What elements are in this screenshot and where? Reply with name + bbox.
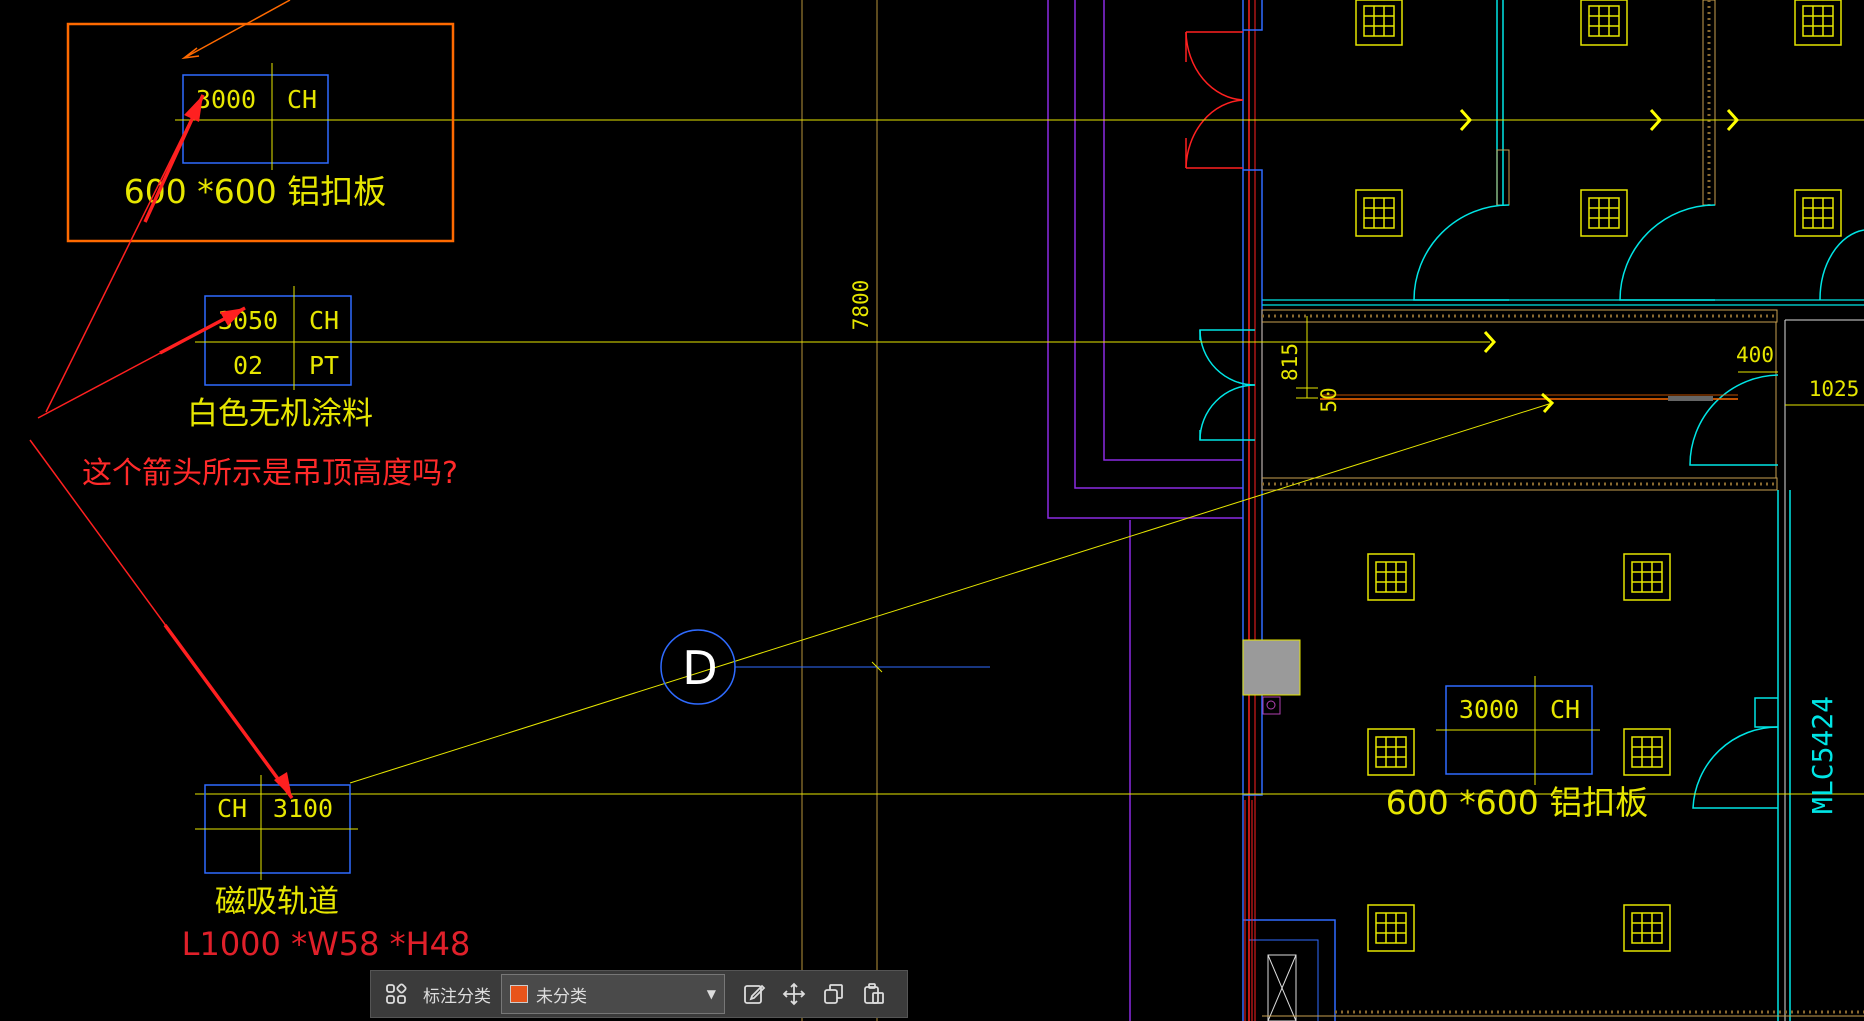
door-swing xyxy=(1619,204,1716,301)
light-fixture xyxy=(1794,0,1842,46)
dimension-50: 50 xyxy=(1317,387,1341,412)
corridor-wall xyxy=(1261,477,1778,491)
door-swing xyxy=(1413,204,1510,301)
equipment-box xyxy=(1262,696,1281,715)
chevron-down-icon: ▼ xyxy=(706,987,716,1001)
door-swing xyxy=(1199,329,1256,386)
dimension-400: 400 xyxy=(1736,343,1774,367)
light-fixture xyxy=(1367,904,1415,952)
leader-line xyxy=(349,402,1553,784)
highlight-arrow xyxy=(181,47,200,60)
door-swing xyxy=(1819,229,1864,301)
markup-question: 这个箭头所示是吊顶高度吗? xyxy=(82,456,458,491)
category-color-swatch xyxy=(510,985,528,1003)
wall-line xyxy=(1243,169,1263,796)
tag-room-material: 600 *600 铝扣板 xyxy=(1386,783,1648,822)
dimension-1025: 1025 xyxy=(1809,377,1860,401)
dimension-815: 815 xyxy=(1278,343,1302,381)
category-select[interactable]: 未分类 ▼ xyxy=(501,974,725,1014)
door-swing xyxy=(1185,31,1244,101)
category-value: 未分类 xyxy=(536,986,587,1007)
move-icon[interactable] xyxy=(777,977,811,1011)
light-fixture xyxy=(1355,0,1403,46)
wall-line xyxy=(1249,939,1319,1021)
door-label: MLC5424 xyxy=(1806,696,1839,814)
light-fixture xyxy=(1580,189,1628,237)
paste-icon[interactable] xyxy=(857,977,891,1011)
tag-rail-spec: L1000 *W58 *H48 xyxy=(182,925,471,963)
category-label: 标注分类 xyxy=(423,986,491,1007)
light-fixture xyxy=(1623,553,1671,601)
tag-room-height: 3000 xyxy=(1459,695,1519,724)
rail-line xyxy=(1668,396,1713,401)
tag-room-code: CH xyxy=(1550,695,1580,724)
light-fixture xyxy=(1367,728,1415,776)
light-fixture xyxy=(1623,904,1671,952)
outline-purple xyxy=(1074,0,1243,489)
tag-rail-code: CH xyxy=(217,794,247,823)
tag-paint-code: CH xyxy=(309,306,339,335)
grid-bubble-label: D xyxy=(682,641,717,695)
light-fixture xyxy=(1794,189,1842,237)
copy-icon[interactable] xyxy=(817,977,851,1011)
highlight-arrow xyxy=(185,0,291,58)
light-fixture xyxy=(1623,728,1671,776)
tag-paint-number: 02 xyxy=(233,351,263,380)
light-fixture xyxy=(1580,0,1628,46)
dimension-7800: 7800 xyxy=(849,280,873,331)
tag-rail-material: 磁吸轨道 xyxy=(215,884,339,920)
door-swing xyxy=(1689,374,1779,466)
outline-purple xyxy=(1103,0,1243,461)
corridor-wall xyxy=(1261,309,1778,323)
tag-paint-material: 白色无机涂料 xyxy=(187,396,373,432)
door-swing xyxy=(1692,726,1779,809)
light-fixture xyxy=(1355,189,1403,237)
equipment-box xyxy=(1242,639,1301,696)
door-swing xyxy=(1754,697,1778,728)
tag-top-code: CH xyxy=(287,85,317,114)
annotation-toolbar: 标注分类 未分类 ▼ xyxy=(370,970,908,1018)
tag-top-height: 3000 xyxy=(196,85,256,114)
door-swing xyxy=(1199,384,1256,441)
edit-icon[interactable] xyxy=(737,977,771,1011)
grid-menu-icon[interactable] xyxy=(379,977,413,1011)
door-swing xyxy=(1185,99,1244,169)
cad-drawing-canvas[interactable]: D 3000 CH 600 *600 铝扣板 3050 CH 02 PT 白色无… xyxy=(0,0,1864,1021)
wall-line xyxy=(1243,0,1263,31)
light-fixture xyxy=(1367,553,1415,601)
equipment-box xyxy=(1266,700,1276,710)
tag-rail-height: 3100 xyxy=(273,794,333,823)
tag-paint-type: PT xyxy=(309,351,339,380)
tag-top-material: 600 *600 铝扣板 xyxy=(124,172,386,211)
